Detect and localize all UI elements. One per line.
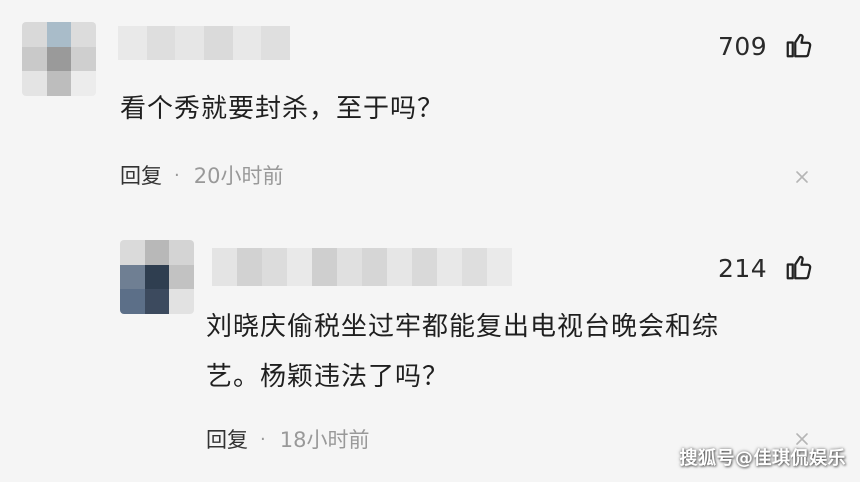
comment-line: 刘晓庆偷税坐过牢都能复出电视台晚会和综 (206, 312, 720, 342)
comment-thread: 709 看个秀就要封杀，至于吗？ 回复 · 20小时前 214 刘晓庆偷税坐过牢… (0, 0, 860, 482)
comment-line: 艺。杨颖违法了吗？ (206, 362, 450, 392)
comment-text: 刘晓庆偷税坐过牢都能复出电视台晚会和综 艺。杨颖违法了吗？ (206, 302, 719, 402)
avatar[interactable] (120, 240, 194, 314)
like-count: 709 (718, 32, 768, 61)
thumbs-up-icon[interactable] (784, 30, 814, 60)
separator: · (174, 164, 180, 186)
reply-button[interactable]: 回复 (120, 160, 162, 190)
close-icon[interactable] (794, 169, 810, 185)
username-blurred[interactable] (118, 26, 290, 60)
comment-meta: 回复 · 18小时前 (206, 424, 369, 454)
comment-meta: 回复 · 20小时前 (120, 160, 283, 190)
separator: · (260, 428, 266, 450)
thumbs-up-icon[interactable] (784, 252, 814, 282)
watermark: 搜狐号@佳琪侃娱乐 (679, 448, 846, 469)
timestamp: 20小时前 (193, 164, 284, 188)
username-blurred[interactable] (212, 248, 512, 286)
comment-line: 看个秀就要封杀，至于吗？ (120, 94, 445, 124)
avatar[interactable] (22, 22, 96, 96)
like-count: 214 (718, 254, 768, 283)
comment-text: 看个秀就要封杀，至于吗？ (120, 84, 444, 134)
timestamp: 18小时前 (279, 428, 370, 452)
reply-button[interactable]: 回复 (206, 424, 248, 454)
